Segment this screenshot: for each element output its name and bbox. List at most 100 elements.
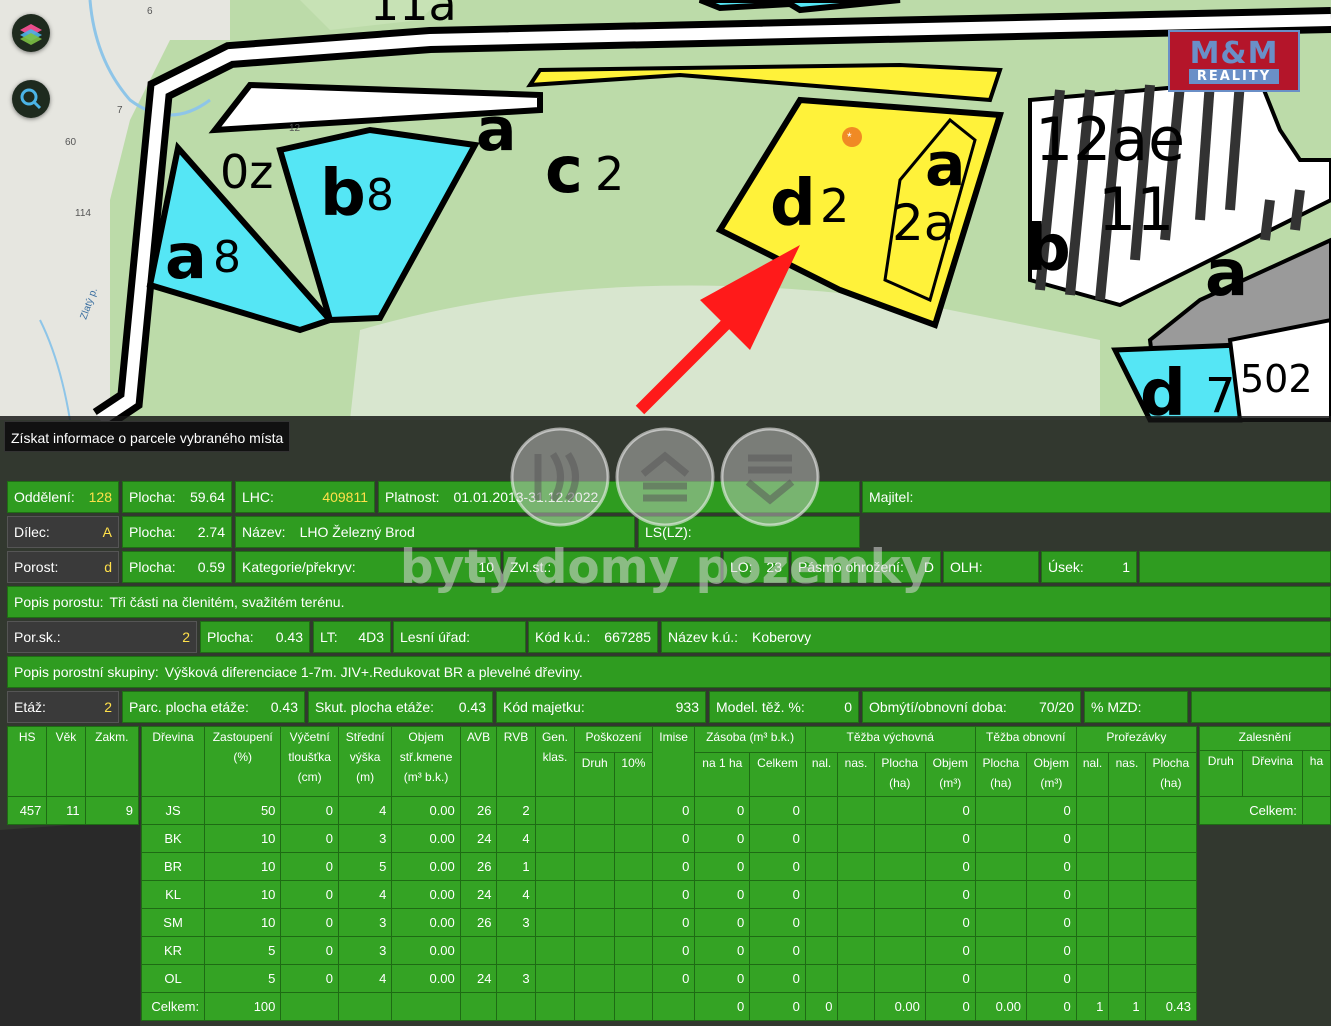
cell-tv-nas <box>837 852 875 881</box>
oddeleni-field: Oddělení: 128 <box>7 481 119 513</box>
svg-text:b: b <box>320 157 366 231</box>
rvb-header: RVB <box>496 726 536 797</box>
cell-druh <box>574 880 616 909</box>
cell-na1ha: 0 <box>694 964 751 993</box>
cell-pct10 <box>614 880 653 909</box>
cell-rvb: 4 <box>496 880 536 909</box>
popis-skupiny-field: Popis porostní skupiny: Výšková diferenci… <box>7 656 1331 688</box>
cell-to-objem: 0 <box>1025 852 1077 881</box>
layers-button[interactable] <box>12 14 50 52</box>
p-plocha-header: Plocha (ha) <box>1144 751 1198 798</box>
stredni-header: Střední výška (m) <box>337 726 393 797</box>
total-p-nas: 1 <box>1108 992 1146 1021</box>
p-nal-header: nal. <box>1075 751 1110 798</box>
cell-objem: 0.00 <box>391 880 461 909</box>
cell-tv-nal <box>804 796 839 825</box>
cell-avb: 24 <box>459 964 498 993</box>
table-row: BR 10 0 5 0.00 26 1 0 0 0 0 0 <box>140 852 1198 881</box>
tv-nal-header: nal. <box>804 751 839 798</box>
dilec-field: Dílec: A <box>7 516 119 548</box>
cell-p-nal <box>1075 880 1110 909</box>
kod-ku-field: Kód k.ú.: 667285 <box>528 621 658 653</box>
tv-plocha-header: Plocha (ha) <box>873 751 926 798</box>
cell-na1ha: 0 <box>694 796 751 825</box>
cell-genklas <box>534 852 576 881</box>
cell-celkem: 0 <box>749 936 806 965</box>
plocha-dilec-field: Plocha: 2.74 <box>122 516 232 548</box>
cell-na1ha: 0 <box>694 908 751 937</box>
cell-imise: 0 <box>651 796 696 825</box>
cell-p-nas <box>1108 964 1146 993</box>
tezba-vychovna-header: Těžba výchovná <box>804 726 976 753</box>
cell-drevina: JS <box>140 796 206 825</box>
cell-tv-plocha <box>873 936 926 965</box>
cell-zastoupeni: 50 <box>204 796 282 825</box>
search-button[interactable] <box>12 80 50 118</box>
cell-tv-nas <box>837 936 875 965</box>
cell-avb: 26 <box>459 908 498 937</box>
poskozeni-header: Poškození <box>574 726 653 753</box>
olh-field: OLH: <box>943 551 1039 583</box>
svg-text:7: 7 <box>117 105 123 116</box>
plocha-field: Plocha: 59.64 <box>122 481 232 513</box>
cell-vyska: 3 <box>337 936 393 965</box>
cell-pct10 <box>614 936 653 965</box>
avb-header: AVB <box>459 726 498 797</box>
lesni-urad-field: Lesní úřad: <box>393 621 526 653</box>
red-arrow-icon <box>635 245 800 415</box>
cell-objem: 0.00 <box>391 824 461 853</box>
lt-field: LT: 4D3 <box>313 621 391 653</box>
cell-p-nas <box>1108 908 1146 937</box>
cell-drevina: BK <box>140 824 206 853</box>
svg-text:8: 8 <box>213 232 241 283</box>
parcel-info-button[interactable]: Získat informace o parcele vybraného mís… <box>4 421 291 452</box>
parc-plocha-field: Parc. plocha etáže: 0.43 <box>122 691 305 723</box>
cell-tv-objem: 0 <box>924 964 976 993</box>
cell-celkem: 0 <box>749 908 806 937</box>
cell-pct10 <box>614 796 653 825</box>
cell-zastoupeni: 10 <box>204 824 282 853</box>
cell-to-objem: 0 <box>1025 964 1077 993</box>
cell-to-objem: 0 <box>1025 880 1077 909</box>
cell-tv-nas <box>837 964 875 993</box>
cell-zastoupeni: 10 <box>204 852 282 881</box>
vycetni-header: Výčetní tloušťka (cm) <box>280 726 339 797</box>
total-to-objem: 0 <box>1025 992 1077 1021</box>
imise-header: Imise <box>651 726 696 797</box>
cell-p-nal <box>1075 936 1110 965</box>
svg-text:12: 12 <box>289 123 301 134</box>
cell-drevina: BR <box>140 852 206 881</box>
cell-celkem: 0 <box>749 796 806 825</box>
cell-tv-nas <box>837 796 875 825</box>
mzd-field: % MZD: <box>1084 691 1188 723</box>
hs-table: HS Věk Zakm. 457 11 9 <box>6 726 140 825</box>
cell-imise: 0 <box>651 824 696 853</box>
celkem-header: Celkem <box>749 751 806 798</box>
tv-nas-header: nas. <box>837 751 875 798</box>
cell-tv-nal <box>804 880 839 909</box>
brand-logo: M&M REALITY <box>1168 30 1300 92</box>
table-row: JS 50 0 4 0.00 26 2 0 0 0 0 0 <box>140 796 1198 825</box>
cell-imise: 0 <box>651 880 696 909</box>
cell-tv-nas <box>837 880 875 909</box>
lhc-field: LHC: 409811 <box>235 481 375 513</box>
watermark-icons <box>510 427 820 527</box>
total-to-plocha: 0.00 <box>974 992 1027 1021</box>
cell-druh <box>574 796 616 825</box>
cell-zastoupeni: 5 <box>204 964 282 993</box>
cell-p-plocha <box>1144 908 1198 937</box>
cell-avb: 26 <box>459 796 498 825</box>
cell-objem: 0.00 <box>391 936 461 965</box>
total-na1ha: 0 <box>694 992 751 1021</box>
cell-na1ha: 0 <box>694 936 751 965</box>
svg-text:c: c <box>545 134 583 208</box>
svg-text:502: 502 <box>1240 357 1313 401</box>
etaz-field: Etáž: 2 <box>7 691 119 723</box>
cell-genklas <box>534 880 576 909</box>
cell-genklas <box>534 796 576 825</box>
cell-vyska: 4 <box>337 880 393 909</box>
svg-text:60: 60 <box>65 137 77 148</box>
cell-tloustka: 0 <box>280 908 339 937</box>
cell-druh <box>574 908 616 937</box>
cell-objem: 0.00 <box>391 852 461 881</box>
